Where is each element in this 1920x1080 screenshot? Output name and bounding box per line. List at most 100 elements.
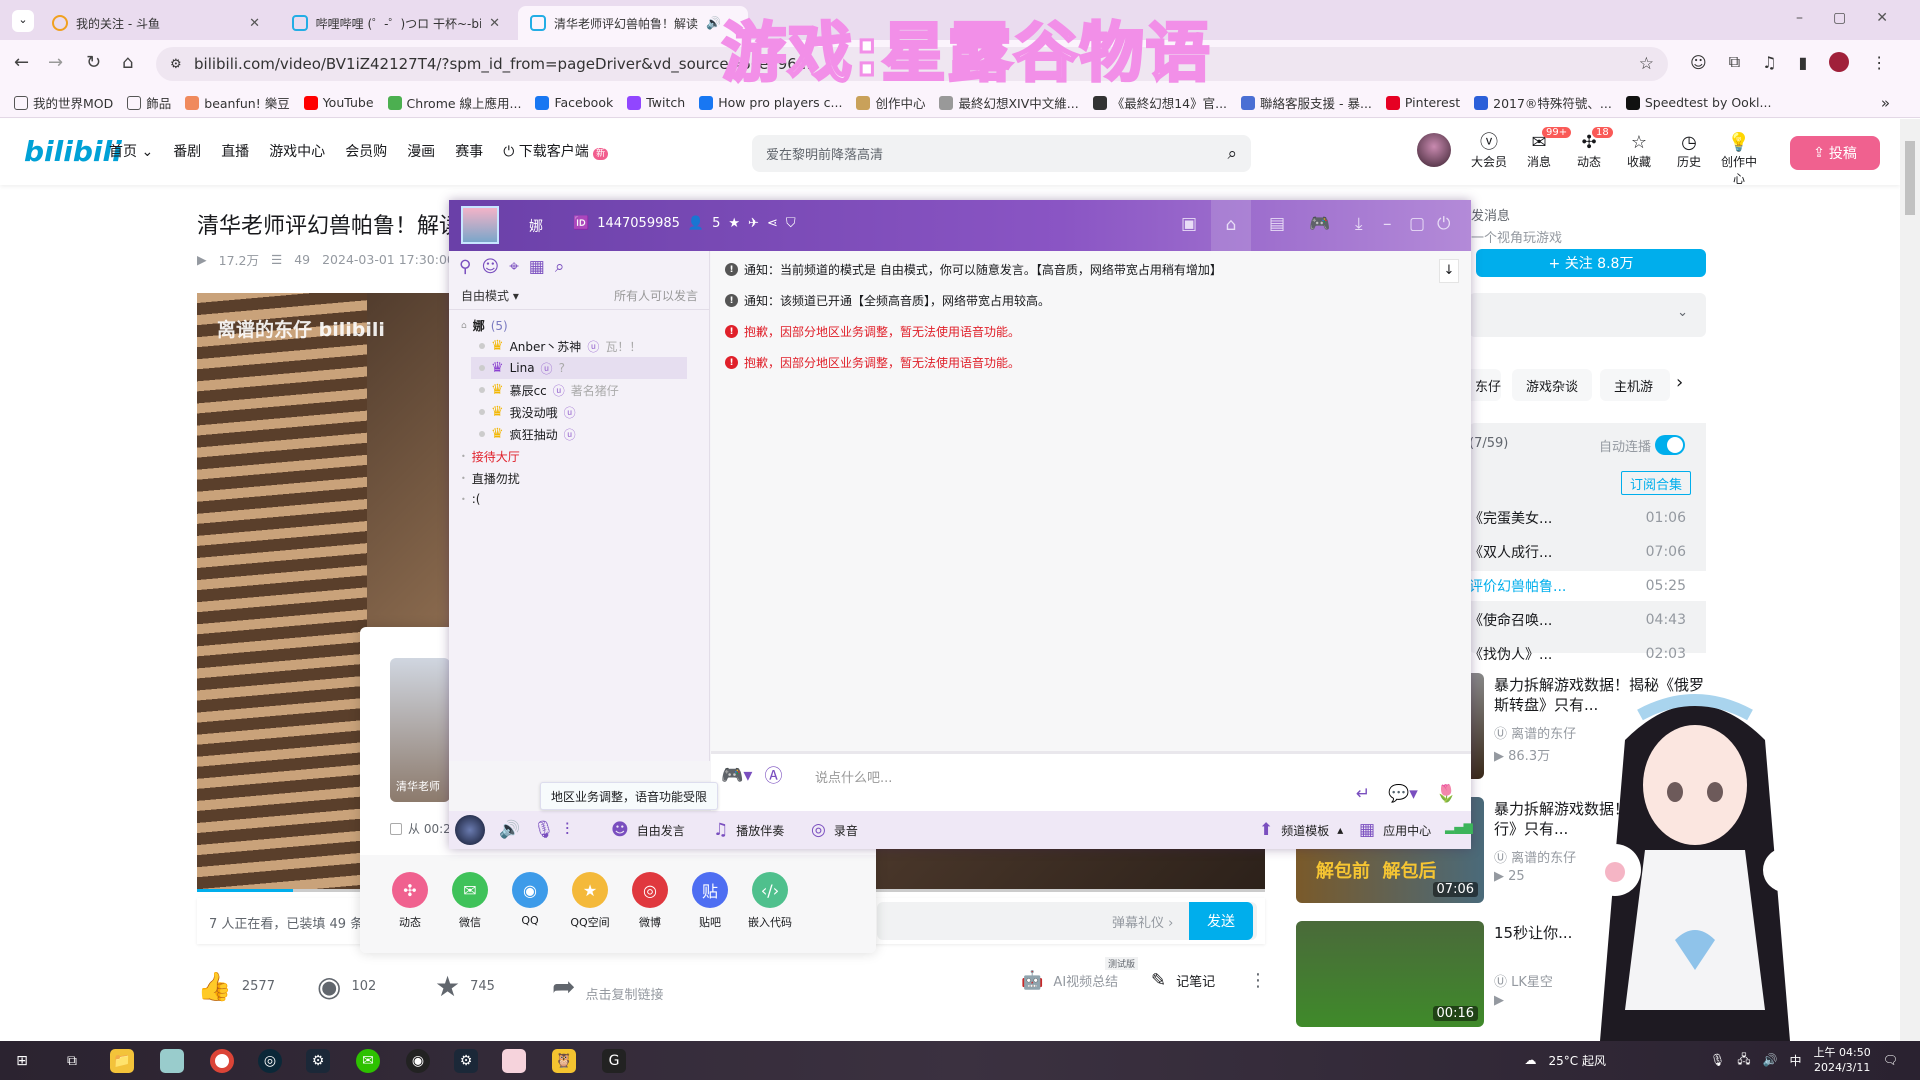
more-icon[interactable]: ⋮: [1249, 970, 1267, 991]
extension-icon[interactable]: ☺: [1690, 53, 1707, 72]
bookmark-item[interactable]: 2017®特殊符號、...: [1474, 93, 1612, 112]
list-icon[interactable]: ▦: [529, 257, 545, 277]
steam-icon[interactable]: ⚙: [306, 1049, 330, 1073]
subchannel[interactable]: •:(: [461, 492, 480, 506]
channel-template-button[interactable]: ⬆ 频道模板 ▴: [1259, 820, 1343, 840]
tab-douyu[interactable]: 我的关注 - 斗鱼 ✕: [40, 6, 272, 40]
search-icon[interactable]: ⌕: [555, 257, 565, 277]
windows-start-icon[interactable]: ⊞: [10, 1049, 34, 1073]
maximize-icon[interactable]: ▢: [1409, 214, 1425, 234]
tab-search-button[interactable]: ⌄: [12, 10, 34, 32]
share-target[interactable]: ★ QQ空间: [560, 872, 620, 930]
close-tab-icon[interactable]: ✕: [249, 16, 260, 31]
bookmark-item[interactable]: Pinterest: [1385, 95, 1460, 110]
channel-user[interactable]: ♛ Lina ⓤ?: [471, 357, 687, 379]
site-info-icon[interactable]: ⚙: [170, 57, 182, 72]
reload-icon[interactable]: ↻: [86, 52, 101, 73]
notes-button[interactable]: ✎ 记笔记: [1151, 970, 1215, 991]
subchannel[interactable]: • 直播勿扰: [461, 470, 520, 487]
yy-icon[interactable]: 🦉: [552, 1049, 576, 1073]
task-view-icon[interactable]: ⧉: [60, 1049, 84, 1073]
share-button[interactable]: ➦ 点击复制链接: [552, 970, 663, 1003]
speaker-icon[interactable]: 🔊: [499, 820, 520, 840]
chevron-down-icon[interactable]: ⌄: [1677, 305, 1688, 320]
header-message-button[interactable]: ✉ 消息 99+: [1516, 127, 1572, 170]
playlist-item[interactable]: 《完蛋美女... 01:06: [1469, 503, 1706, 533]
back-icon[interactable]: ←: [14, 52, 29, 73]
accompany-button[interactable]: ♫ 播放伴奏: [713, 820, 784, 840]
playlist-item[interactable]: 《使命召唤... 04:43: [1469, 605, 1706, 635]
window-controls[interactable]: –▢✕: [1796, 10, 1918, 26]
location-icon[interactable]: ⌖: [509, 257, 519, 277]
app-center-button[interactable]: ▦ 应用中心: [1359, 820, 1431, 840]
tag-pill[interactable]: 主机游: [1600, 369, 1670, 401]
sidepanel-icon[interactable]: ▮: [1798, 53, 1807, 72]
member-icon[interactable]: ⚲: [459, 257, 471, 277]
chrome-icon[interactable]: [210, 1049, 234, 1073]
wechat-icon[interactable]: ✉: [356, 1049, 380, 1073]
profile-avatar[interactable]: [1829, 52, 1850, 72]
nav-item[interactable]: 漫画: [407, 141, 435, 161]
video-icon[interactable]: ▣: [1181, 214, 1197, 234]
ai-summary-button[interactable]: 🤖 AI视频总结: [1021, 970, 1118, 991]
bookmark-item[interactable]: 聯絡客服支援 - 暴...: [1241, 93, 1372, 112]
home-icon[interactable]: ⌂: [122, 52, 133, 73]
playlist-item[interactable]: 评价幻兽帕鲁... 05:25: [1469, 571, 1706, 601]
channel-root[interactable]: ⌂ 娜 (5): [461, 317, 508, 334]
bookmark-item[interactable]: 创作中心: [856, 93, 925, 112]
power-icon[interactable]: ⏻: [1437, 214, 1450, 234]
media-icon[interactable]: ♫: [1762, 53, 1776, 72]
share-from-time[interactable]: 从 00:2: [390, 820, 451, 837]
plane-icon[interactable]: ✈: [748, 216, 759, 231]
nav-item[interactable]: ⏻ 下载客户端 新: [503, 141, 609, 161]
channel-user[interactable]: ♛ 慕辰cc ⓤ 著名猪仔: [471, 379, 687, 401]
weather-text[interactable]: 25°C 起风: [1549, 1052, 1606, 1069]
bookmark-star-icon[interactable]: ☆: [1639, 54, 1654, 74]
volume-icon[interactable]: 🔊: [1763, 1053, 1778, 1067]
collapsed-panel[interactable]: ⌄: [1469, 293, 1706, 337]
header-star-button[interactable]: ☆ 收藏: [1616, 133, 1662, 170]
header-dynamic-button[interactable]: ✣ 动态 18: [1566, 127, 1613, 170]
bookmark-item[interactable]: How pro players c...: [699, 95, 842, 110]
free-speak-button[interactable]: ☻ 自由发言: [611, 820, 685, 840]
bookmark-item[interactable]: Facebook: [535, 95, 613, 110]
playlist-item[interactable]: 《找伪人》... 02:03: [1469, 639, 1706, 669]
bookmark-item[interactable]: beanfun! 樂豆: [185, 93, 290, 112]
forward-icon[interactable]: →: [48, 52, 63, 73]
user-avatar[interactable]: [1417, 133, 1451, 167]
gamepad-icon[interactable]: 🎮: [1309, 214, 1330, 234]
minimize-icon[interactable]: –: [1383, 214, 1392, 234]
chat-bubble-icon[interactable]: 💬▾: [1388, 784, 1418, 804]
bookmark-item[interactable]: 我的世界MOD: [14, 93, 113, 112]
puzzle-icon[interactable]: ⧉: [1729, 52, 1740, 72]
more-bookmarks-button[interactable]: »: [1881, 94, 1890, 112]
vtuber-app-icon[interactable]: [502, 1049, 526, 1073]
font-style-icon[interactable]: Ⓐ: [764, 762, 782, 788]
tab-current-video[interactable]: 清华老师评幻兽帕鲁！解读 🔊: [518, 6, 748, 40]
bookmark-item[interactable]: 最終幻想XIV中文維...: [939, 93, 1079, 112]
subchannel[interactable]: • 接待大厅: [461, 448, 520, 465]
header-clock-button[interactable]: ◷ 历史: [1666, 133, 1712, 170]
bilibili-logo[interactable]: bilibili: [24, 135, 122, 168]
nav-item[interactable]: 游戏中心: [269, 141, 325, 161]
enter-icon[interactable]: ↵: [1356, 784, 1370, 804]
notification-icon[interactable]: 🗨: [1883, 1053, 1898, 1067]
subscribe-collection-button[interactable]: 订阅合集: [1621, 471, 1691, 495]
danmaku-etiquette-link[interactable]: 弹幕礼仪 ›: [1112, 912, 1173, 931]
uploader[interactable]: Ⓤ LK星空: [1494, 971, 1553, 990]
share-icon[interactable]: ⋖: [767, 216, 778, 231]
autoplay-toggle[interactable]: 自动连播: [1599, 435, 1686, 455]
chat-input[interactable]: 🎮▾ Ⓐ 说点什么吧... ↵ 💬▾ 🌷: [711, 751, 1471, 811]
chevron-right-icon[interactable]: ›: [1676, 372, 1683, 393]
bookmark-item[interactable]: Speedtest by Ookl...: [1625, 95, 1771, 110]
microphone-icon[interactable]: 🎙: [533, 820, 555, 840]
download-icon[interactable]: ⤓: [1355, 214, 1363, 234]
share-target[interactable]: ✉ 微信: [440, 872, 500, 930]
channel-user[interactable]: ♛ Anber丶苏神 ⓤ 瓦！！: [471, 335, 687, 357]
share-target[interactable]: ◉ QQ: [500, 872, 560, 927]
search-input[interactable]: 爱在黎明前降落高清 ⌕: [752, 135, 1251, 172]
app-g-icon[interactable]: G: [602, 1049, 626, 1073]
app-ring-icon[interactable]: ◎: [258, 1049, 282, 1073]
app-icon[interactable]: [160, 1049, 184, 1073]
bookmark-item[interactable]: Chrome 線上應用...: [387, 93, 521, 112]
